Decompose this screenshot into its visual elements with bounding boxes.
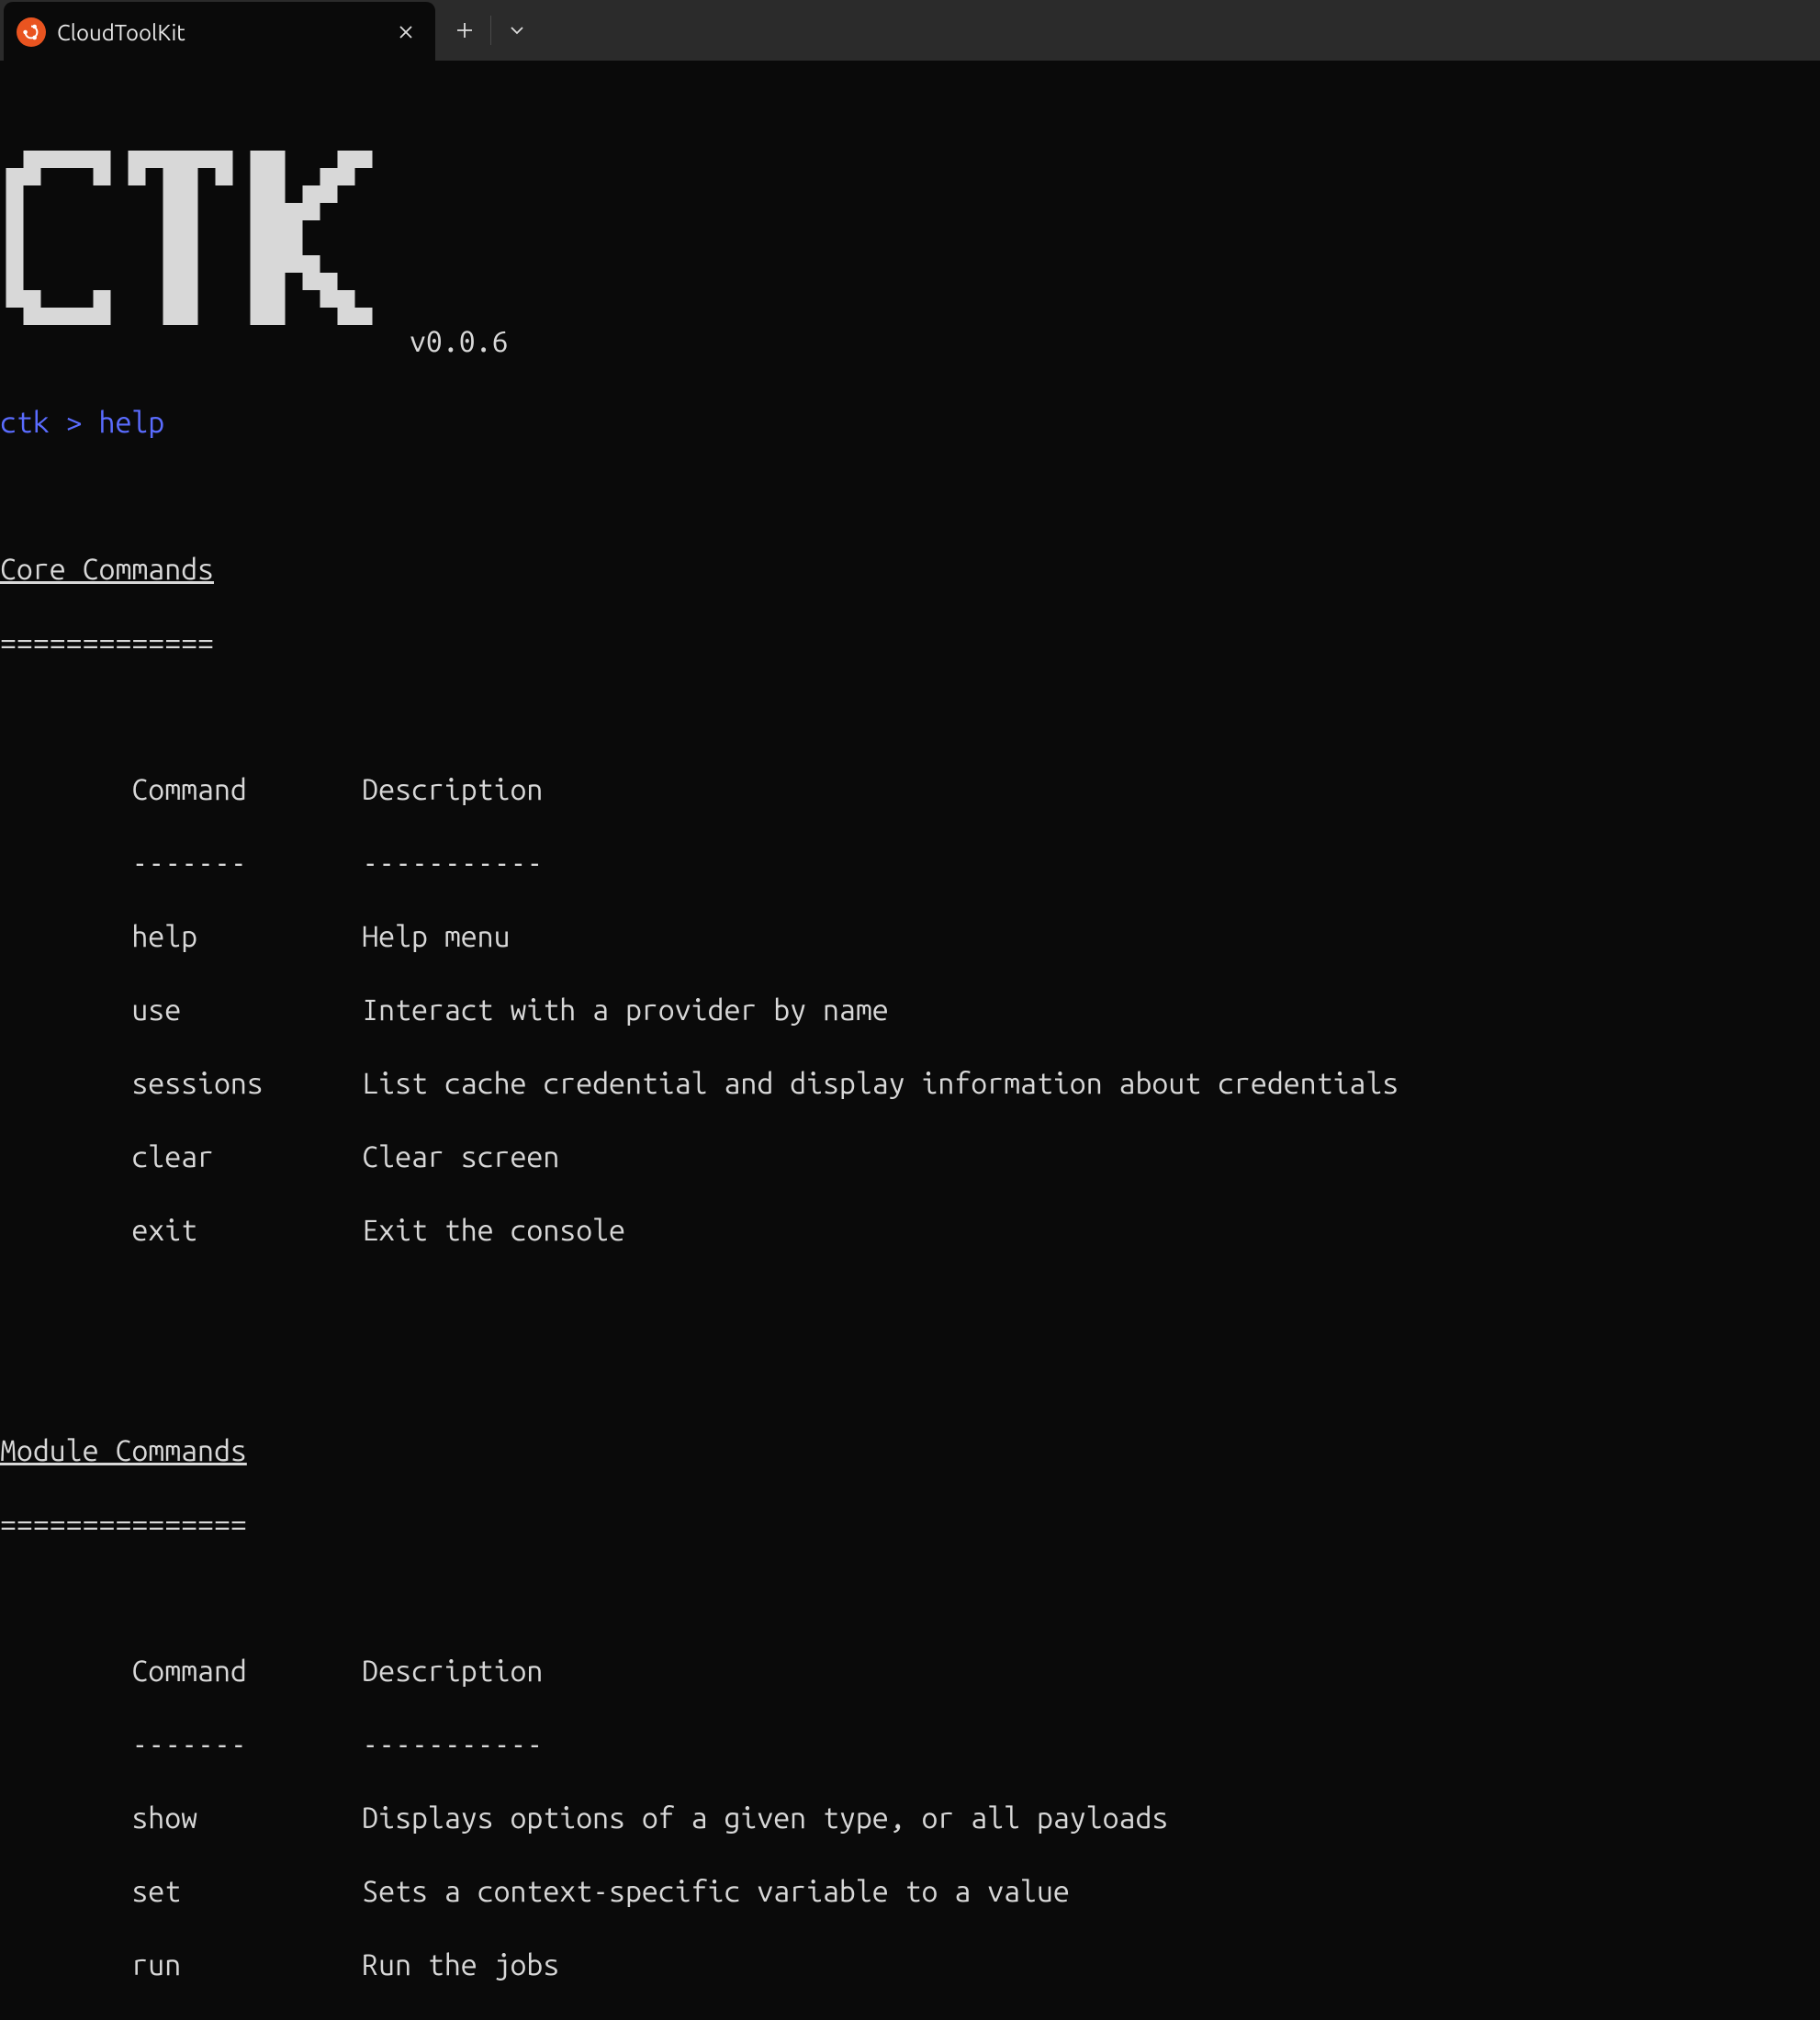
prompt-prefix: ctk >: [0, 406, 99, 439]
ubuntu-icon: [17, 17, 46, 47]
tab-dropdown-button[interactable]: [495, 8, 539, 52]
section-core-underline: =============: [0, 624, 1820, 661]
table-header-underline: ------------------: [0, 845, 1820, 881]
terminal-output[interactable]: v0.0.6 ctk > help Core Commands ========…: [0, 61, 1820, 2020]
ascii-banner: [0, 97, 373, 367]
table-header: CommandDescription: [0, 1653, 1820, 1689]
table-row: runRun the jobs: [0, 1947, 1820, 1983]
table-header-underline: ------------------: [0, 1726, 1820, 1763]
divider: [490, 16, 491, 45]
titlebar: CloudToolKit: [0, 0, 1820, 61]
table-row: showDisplays options of a given type, or…: [0, 1800, 1820, 1836]
table-row: useInteract with a provider by name: [0, 992, 1820, 1028]
table-row: sessionsList cache credential and displa…: [0, 1065, 1820, 1102]
section-core-title: Core Commands: [0, 551, 1820, 588]
table-row: setSets a context-specific variable to a…: [0, 1873, 1820, 1910]
section-module-underline: ===============: [0, 1506, 1820, 1543]
table-row: helpHelp menu: [0, 918, 1820, 955]
titlebar-actions: [435, 0, 539, 61]
prompt-command: help: [99, 406, 165, 439]
table-header: CommandDescription: [0, 771, 1820, 808]
tab-title: CloudToolKit: [57, 20, 382, 45]
version-text: v0.0.6: [373, 323, 509, 367]
table-row: clearClear screen: [0, 1139, 1820, 1175]
close-icon[interactable]: [393, 19, 419, 45]
table-row: exitExit the console: [0, 1212, 1820, 1249]
new-tab-button[interactable]: [443, 8, 487, 52]
prompt-line: ctk > help: [0, 404, 1820, 441]
section-module-title: Module Commands: [0, 1432, 1820, 1469]
tab-active[interactable]: CloudToolKit: [4, 2, 435, 62]
